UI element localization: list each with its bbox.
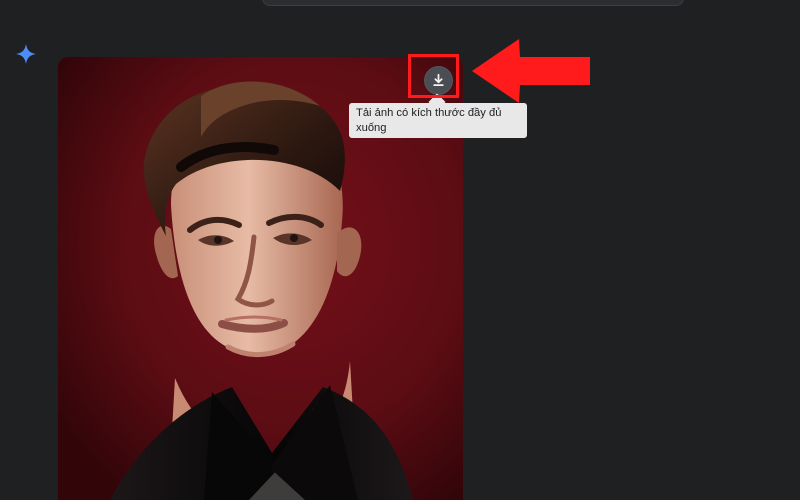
sparkle-icon [15,43,37,65]
download-tooltip: Tải ảnh có kích thước đầy đủ xuống [349,103,527,138]
top-input-bar[interactable] [262,0,684,6]
sparkle-icon [16,44,36,64]
screen: Tải ảnh có kích thước đầy đủ xuống [0,0,800,500]
red-arrow-icon [472,39,590,103]
download-highlight-frame [408,54,459,98]
